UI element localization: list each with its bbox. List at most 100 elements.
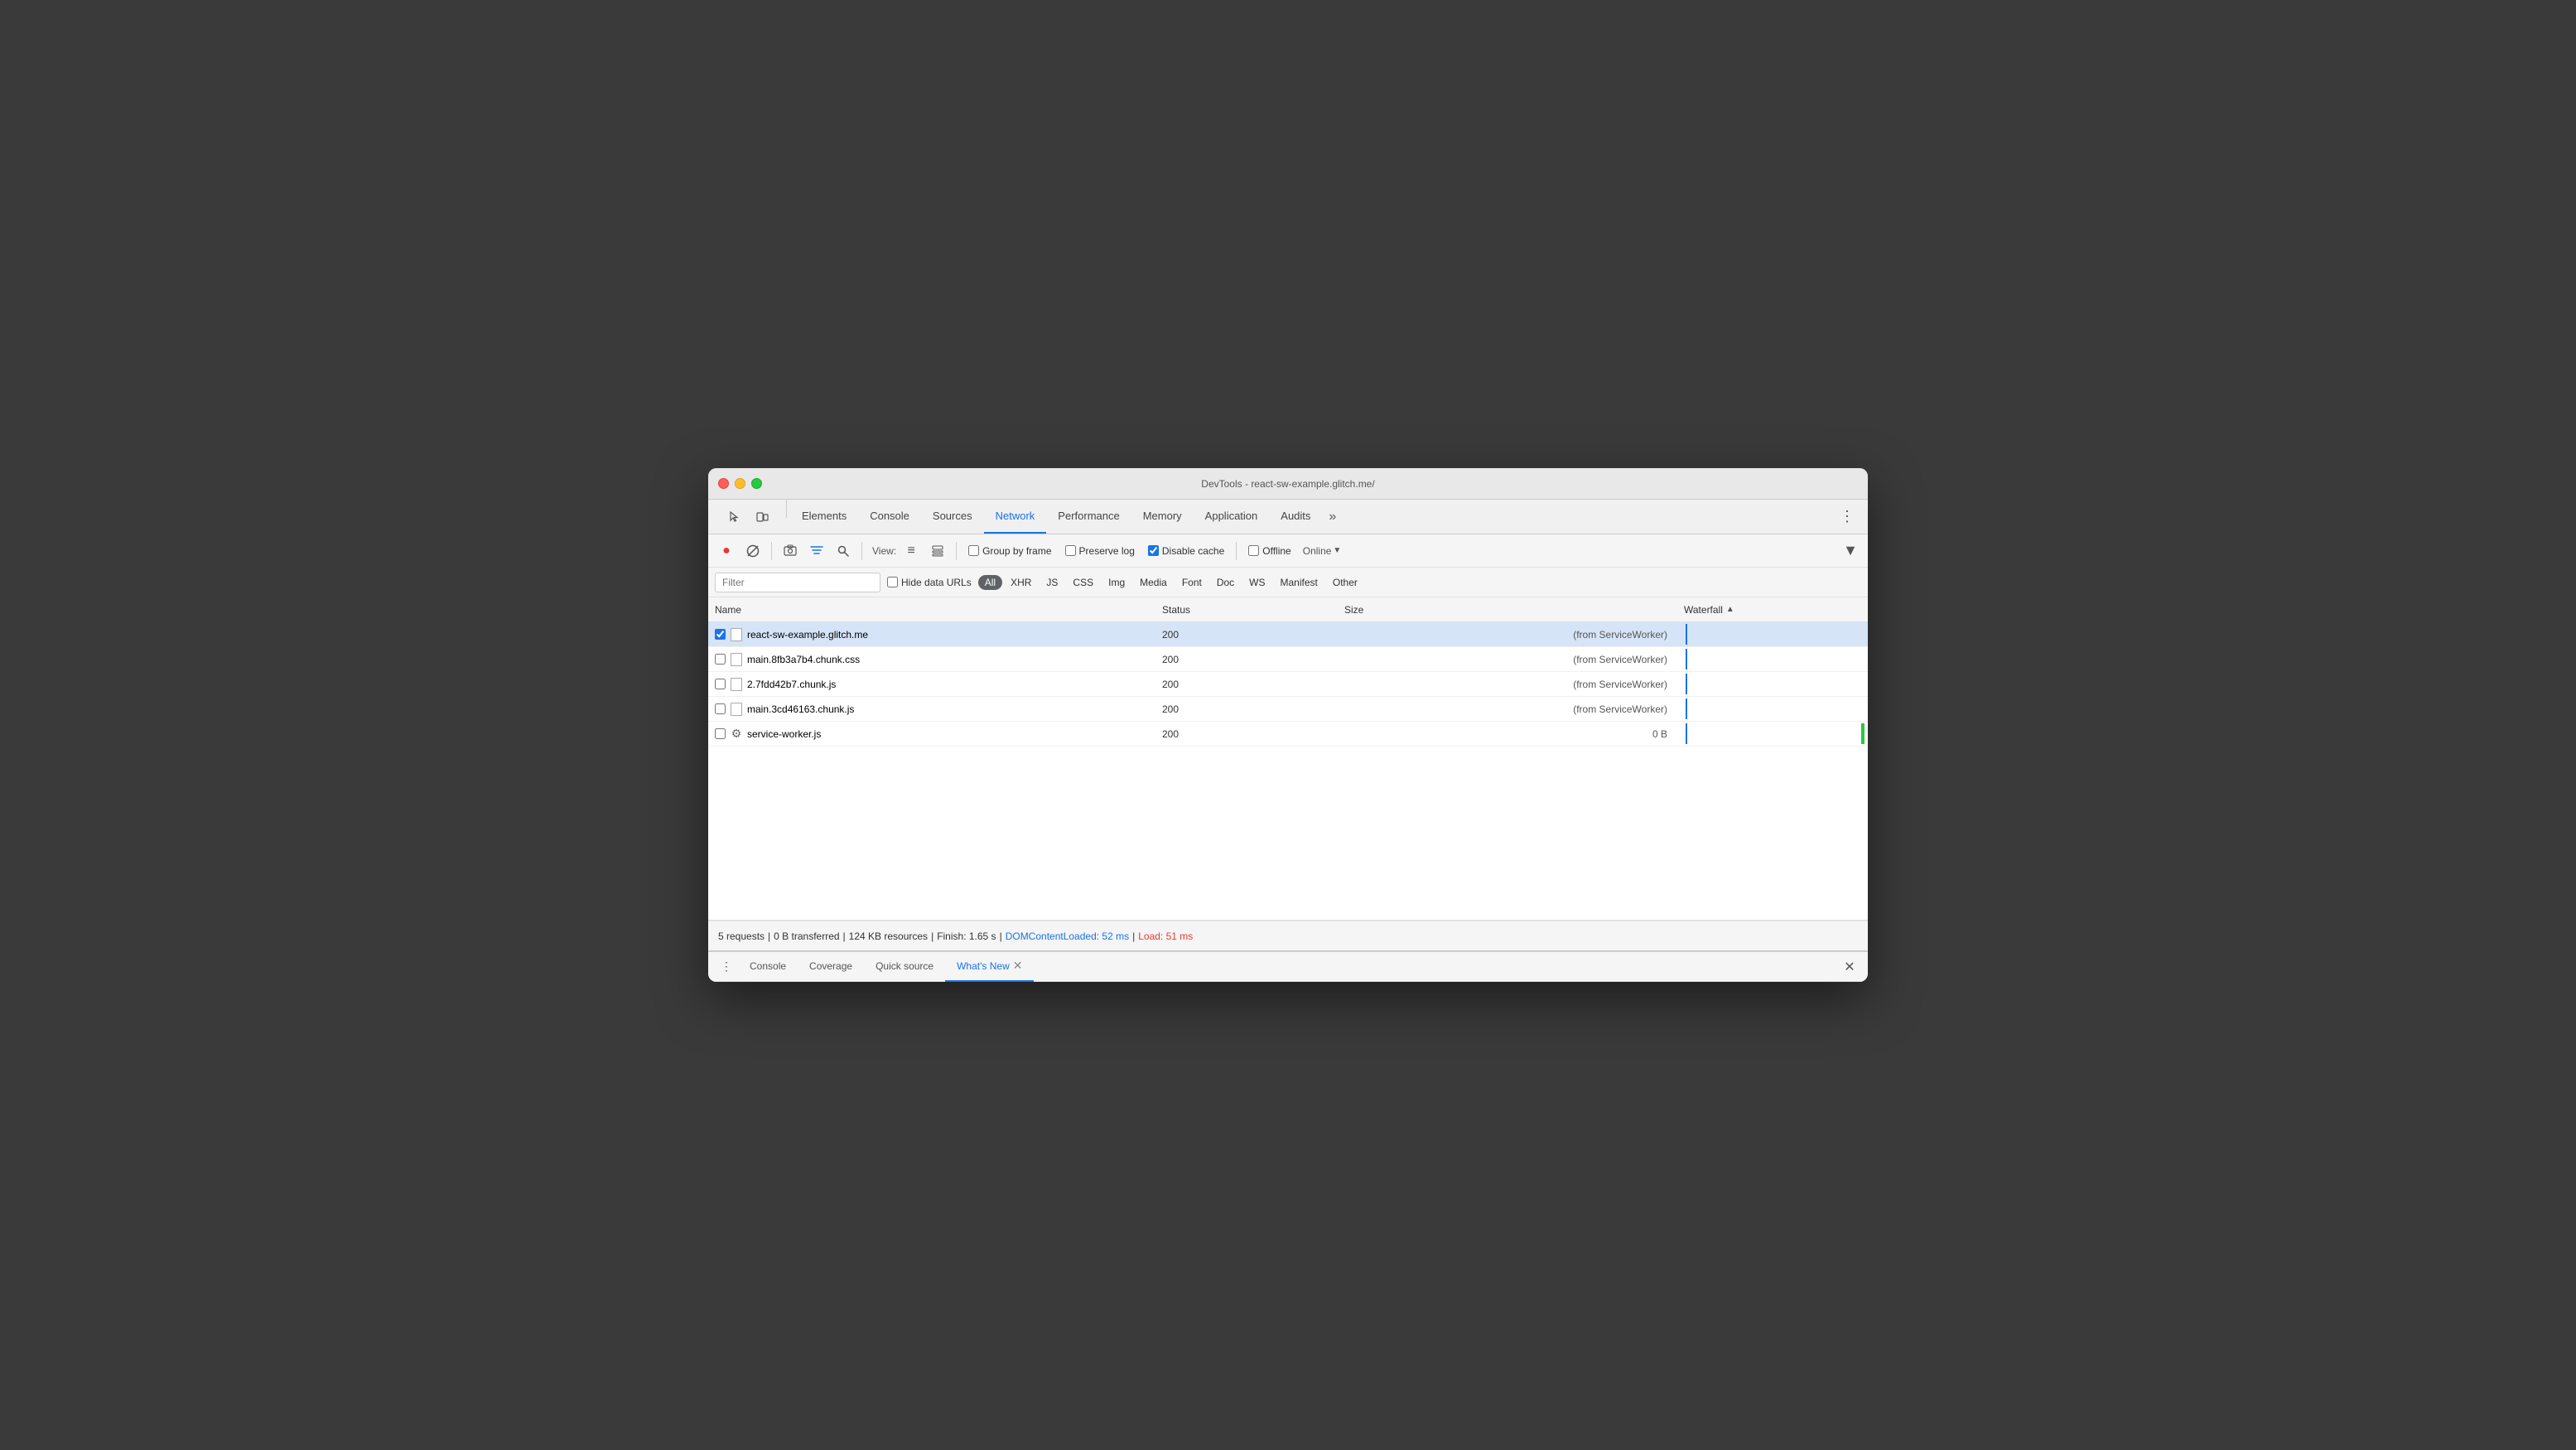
filter-type-font[interactable]: Font [1175, 575, 1208, 590]
filter-type-doc[interactable]: Doc [1210, 575, 1241, 590]
dom-content-loaded-link[interactable]: DOMContentLoaded: 52 ms [1006, 930, 1129, 942]
cell-size: (from ServiceWorker) [1338, 703, 1677, 715]
header-name[interactable]: Name [708, 604, 1155, 616]
filter-type-xhr[interactable]: XHR [1004, 575, 1038, 590]
drawer-tab-coverage[interactable]: Coverage [798, 952, 864, 982]
waterfall-bar [1686, 674, 1687, 694]
row-checkbox[interactable] [715, 679, 726, 689]
filter-input[interactable] [715, 573, 880, 592]
filter-type-other[interactable]: Other [1326, 575, 1364, 590]
table-row[interactable]: 2.7fdd42b7.chunk.js200(from ServiceWorke… [708, 672, 1868, 697]
device-toggle-icon[interactable] [750, 504, 776, 530]
maximize-button[interactable] [751, 478, 762, 489]
file-icon [731, 628, 742, 641]
hide-data-urls-group: Hide data URLs [887, 577, 972, 588]
drawer-close-button[interactable]: ✕ [1838, 955, 1861, 979]
search-button[interactable] [832, 539, 855, 563]
table-row[interactable]: react-sw-example.glitch.me200(from Servi… [708, 622, 1868, 647]
hide-data-urls-label[interactable]: Hide data URLs [901, 577, 972, 588]
tab-elements[interactable]: Elements [790, 500, 858, 534]
disable-cache-label[interactable]: Disable cache [1162, 545, 1224, 557]
status-bar: 5 requests | 0 B transferred | 124 KB re… [708, 921, 1868, 950]
clear-button[interactable] [741, 539, 765, 563]
throttle-dropdown-icon[interactable]: ▼ [1840, 542, 1861, 559]
detail-view-button[interactable] [926, 539, 949, 563]
cell-status: 200 [1155, 703, 1338, 715]
preserve-log-checkbox[interactable] [1065, 545, 1076, 556]
row-checkbox[interactable] [715, 728, 726, 739]
drawer-tab-whats-new[interactable]: What's New✕ [945, 952, 1034, 982]
filter-type-manifest[interactable]: Manifest [1274, 575, 1324, 590]
filter-type-img[interactable]: Img [1102, 575, 1131, 590]
file-name: react-sw-example.glitch.me [747, 629, 868, 640]
file-name: main.8fb3a7b4.chunk.css [747, 654, 860, 665]
group-by-frame-label[interactable]: Group by frame [982, 545, 1051, 557]
tab-console[interactable]: Console [858, 500, 921, 534]
view-label: View: [872, 545, 896, 557]
devtools-menu-button[interactable]: ⋮ [1833, 500, 1861, 534]
pointer-icon[interactable] [721, 504, 748, 530]
drawer-tab-bar: ⋮ ConsoleCoverage Quick source What's New✕… [708, 952, 1868, 982]
waterfall-green-bar [1861, 723, 1864, 744]
sep2: | [843, 930, 846, 942]
tab-sources[interactable]: Sources [921, 500, 984, 534]
drawer-tab-quick-source[interactable]: Quick source [864, 952, 945, 982]
drawer-menu-button[interactable]: ⋮ [715, 955, 738, 979]
row-checkbox[interactable] [715, 703, 726, 714]
file-name: service-worker.js [747, 728, 821, 740]
record-button[interactable]: ● [715, 539, 738, 563]
filter-type-media[interactable]: Media [1133, 575, 1174, 590]
cell-waterfall [1677, 647, 1868, 671]
cell-waterfall [1677, 622, 1868, 646]
file-icon [731, 653, 742, 666]
online-select[interactable]: Online ▼ [1303, 545, 1342, 557]
filter-type-ws[interactable]: WS [1242, 575, 1271, 590]
tab-network[interactable]: Network [984, 500, 1047, 534]
more-tabs-button[interactable]: » [1322, 500, 1343, 534]
header-waterfall[interactable]: Waterfall ▲ [1677, 604, 1868, 616]
preserve-log-label[interactable]: Preserve log [1079, 545, 1135, 557]
table-row[interactable]: main.8fb3a7b4.chunk.css200(from ServiceW… [708, 647, 1868, 672]
window-title: DevTools - react-sw-example.glitch.me/ [1201, 478, 1374, 490]
traffic-lights [718, 478, 762, 489]
offline-label[interactable]: Offline [1262, 545, 1290, 557]
file-icon [731, 678, 742, 691]
table-row[interactable]: ⚙service-worker.js2000 B [708, 722, 1868, 747]
waterfall-bar [1686, 649, 1687, 669]
tab-application[interactable]: Application [1194, 500, 1270, 534]
drawer-tab-close-icon[interactable]: ✕ [1013, 959, 1023, 973]
hide-data-urls-checkbox[interactable] [887, 577, 898, 587]
header-size[interactable]: Size [1338, 604, 1677, 616]
row-checkbox[interactable] [715, 654, 726, 665]
file-name: main.3cd46163.chunk.js [747, 703, 854, 715]
preserve-log-group: Preserve log [1065, 545, 1135, 557]
close-button[interactable] [718, 478, 729, 489]
cell-waterfall [1677, 672, 1868, 696]
tab-audits[interactable]: Audits [1269, 500, 1322, 534]
cell-name: main.3cd46163.chunk.js [708, 703, 1155, 716]
filter-type-all[interactable]: All [978, 575, 1002, 590]
header-status[interactable]: Status [1155, 604, 1338, 616]
tab-memory[interactable]: Memory [1131, 500, 1194, 534]
list-view-button[interactable]: ≡ [900, 539, 923, 563]
filter-button[interactable] [805, 539, 828, 563]
devtools-tab-bar: Elements Console Sources Network Perform… [708, 500, 1868, 534]
cell-size: 0 B [1338, 728, 1677, 740]
finish-time: Finish: 1.65 s [937, 930, 996, 942]
file-icon: ⚙ [731, 727, 742, 741]
screenshot-button[interactable] [779, 539, 802, 563]
filter-type-js[interactable]: JS [1040, 575, 1064, 590]
transferred-size: 0 B transferred [774, 930, 839, 942]
drawer-tab-console[interactable]: Console [738, 952, 798, 982]
disable-cache-checkbox[interactable] [1148, 545, 1159, 556]
drawer-tab-label: Quick source [876, 960, 933, 972]
filter-type-css[interactable]: CSS [1066, 575, 1100, 590]
drawer-tabs-container: ConsoleCoverage Quick source What's New✕ [738, 952, 1034, 982]
row-checkbox[interactable] [715, 629, 726, 640]
offline-checkbox[interactable] [1248, 545, 1259, 556]
minimize-button[interactable] [735, 478, 745, 489]
group-by-frame-checkbox[interactable] [968, 545, 979, 556]
tab-performance[interactable]: Performance [1046, 500, 1131, 534]
online-dropdown-icon: ▼ [1333, 546, 1341, 555]
table-row[interactable]: main.3cd46163.chunk.js 200(from ServiceWo… [708, 697, 1868, 722]
